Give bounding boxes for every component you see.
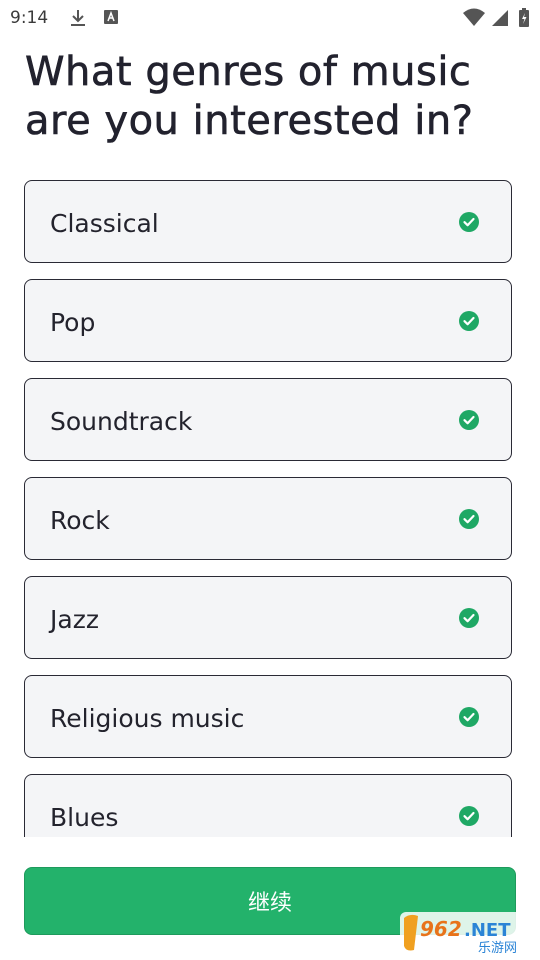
check-circle-icon [459,509,479,529]
genre-label: Jazz [50,605,99,634]
app-icon [104,10,118,24]
genre-label: Pop [50,308,96,337]
genre-item-pop[interactable]: Pop [24,279,512,362]
check-circle-icon [459,608,479,628]
svg-text:乐游网: 乐游网 [478,941,517,956]
genre-label: Blues [50,803,119,832]
download-icon [71,10,85,26]
genre-item-soundtrack[interactable]: Soundtrack [24,378,512,461]
genre-label: Soundtrack [50,407,193,436]
svg-text:.NET: .NET [464,920,511,941]
genre-label: Classical [50,209,159,238]
check-circle-icon [459,806,479,826]
status-time: 9:14 [10,8,49,28]
watermark-logo: 962 .NET 乐游网 [400,912,538,956]
genre-label: Religious music [50,704,245,733]
signal-icon [492,10,508,26]
genre-list[interactable]: Classical Pop Soundtrack Rock Jazz Relig… [0,160,540,837]
check-circle-icon [459,311,479,331]
check-circle-icon [459,410,479,430]
genre-label: Rock [50,506,110,535]
genre-item-religious-music[interactable]: Religious music [24,675,512,758]
check-circle-icon [459,212,479,232]
page-title: What genres of music are you interested … [25,49,474,145]
genre-item-blues[interactable]: Blues [24,774,512,837]
genre-item-rock[interactable]: Rock [24,477,512,560]
status-bar: 9:14 [0,0,540,36]
genre-item-classical[interactable]: Classical [24,180,512,263]
svg-text:962: 962 [420,917,462,941]
genre-item-jazz[interactable]: Jazz [24,576,512,659]
battery-icon [519,8,529,27]
check-circle-icon [459,707,479,727]
wifi-icon [463,8,485,26]
